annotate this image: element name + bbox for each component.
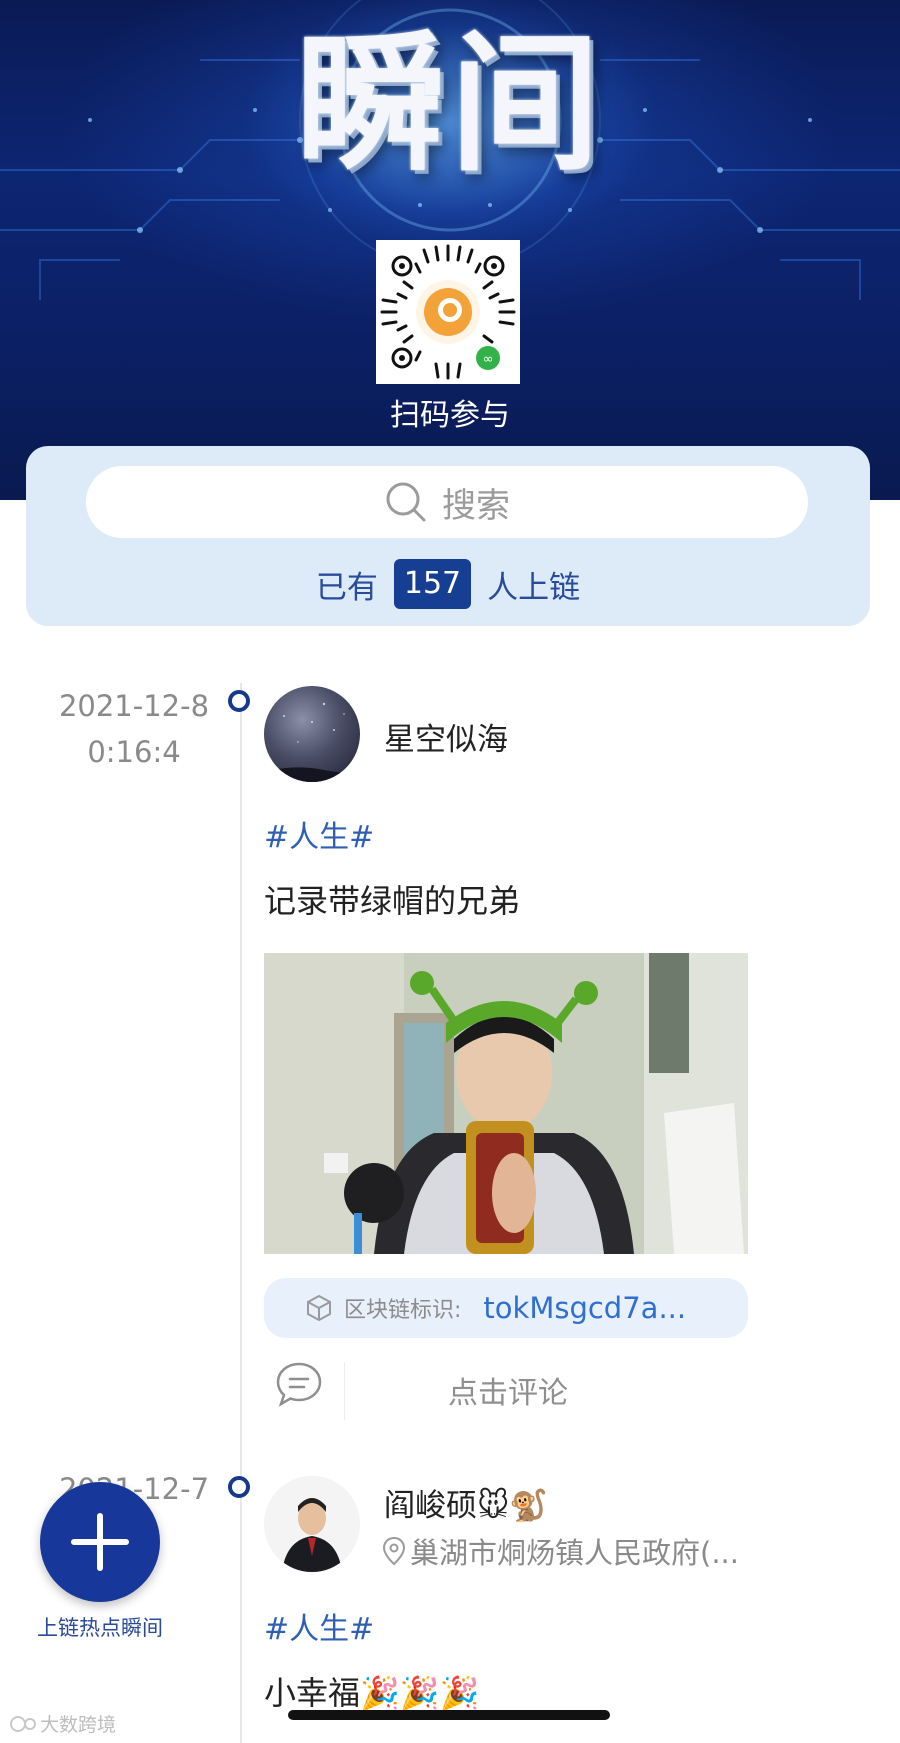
comment-prompt[interactable]: 点击评论 xyxy=(448,1368,568,1412)
watermark-text: 大数跨境 xyxy=(40,1714,117,1736)
avatar-image xyxy=(264,686,360,782)
post-date: 2021-12-8 xyxy=(58,689,210,723)
home-indicator[interactable] xyxy=(288,1710,610,1720)
user-name[interactable]: 星空似海 xyxy=(384,714,508,759)
watermark: 大数跨境 xyxy=(8,1710,116,1737)
avatar-image xyxy=(264,1476,360,1572)
qr-caption: 扫码参与 xyxy=(390,398,510,433)
post-image[interactable] xyxy=(264,953,748,1254)
post-photo xyxy=(264,953,748,1254)
comment-row[interactable]: 点击评论 xyxy=(264,1356,748,1420)
comment-divider xyxy=(344,1362,345,1420)
post-hashtag[interactable]: #人生# xyxy=(264,812,374,856)
timeline-line xyxy=(240,683,242,1743)
count-suffix: 人上链 xyxy=(487,569,581,606)
count-badge: 157 xyxy=(393,559,472,609)
location-text: 巢湖市烔炀镇人民政府(... xyxy=(410,1536,739,1570)
avatar[interactable] xyxy=(264,1476,360,1572)
watermark-logo-icon xyxy=(10,1715,36,1732)
comment-icon[interactable] xyxy=(274,1360,324,1410)
participant-count: 已有 157 人上链 xyxy=(26,558,870,610)
blockchain-id[interactable]: 区块链标识: tokMsgcd7a... xyxy=(264,1278,748,1338)
post-clock: 0:16:4 xyxy=(87,735,181,769)
qr-code[interactable]: ∞ xyxy=(376,240,520,384)
cube-icon xyxy=(307,1294,331,1322)
blockchain-value[interactable]: tokMsgcd7a... xyxy=(483,1291,686,1325)
post-hashtag[interactable]: #人生# xyxy=(264,1604,374,1648)
hero-title: 瞬间 xyxy=(295,18,604,192)
blockchain-label: 区块链标识: xyxy=(344,1298,462,1323)
search-icon xyxy=(386,482,426,522)
post-location[interactable]: 巢湖市烔炀镇人民政府(... xyxy=(382,1530,739,1572)
add-moment-label[interactable]: 上链热点瞬间 xyxy=(0,1612,200,1642)
location-pin-icon xyxy=(382,1536,406,1566)
post-time: 2021-12-8 0:16:4 xyxy=(34,683,234,775)
svg-text:∞: ∞ xyxy=(483,352,494,367)
hero-banner: 瞬间 ∞ 扫码参与 xyxy=(0,0,900,500)
add-moment-button[interactable] xyxy=(40,1482,160,1602)
search-card: 搜索 已有 157 人上链 xyxy=(26,446,870,626)
qr-code-image: ∞ xyxy=(376,240,520,384)
search-input[interactable]: 搜索 xyxy=(86,466,808,538)
post-text: 记录带绿帽的兄弟 xyxy=(264,882,521,920)
avatar[interactable] xyxy=(264,686,360,782)
count-prefix: 已有 xyxy=(315,569,378,606)
search-placeholder: 搜索 xyxy=(442,485,510,526)
user-name[interactable]: 阎峻硕🐭🐒 xyxy=(384,1480,548,1525)
plus-icon xyxy=(71,1513,129,1571)
post-text: 小幸福🎉🎉🎉 xyxy=(264,1674,480,1712)
